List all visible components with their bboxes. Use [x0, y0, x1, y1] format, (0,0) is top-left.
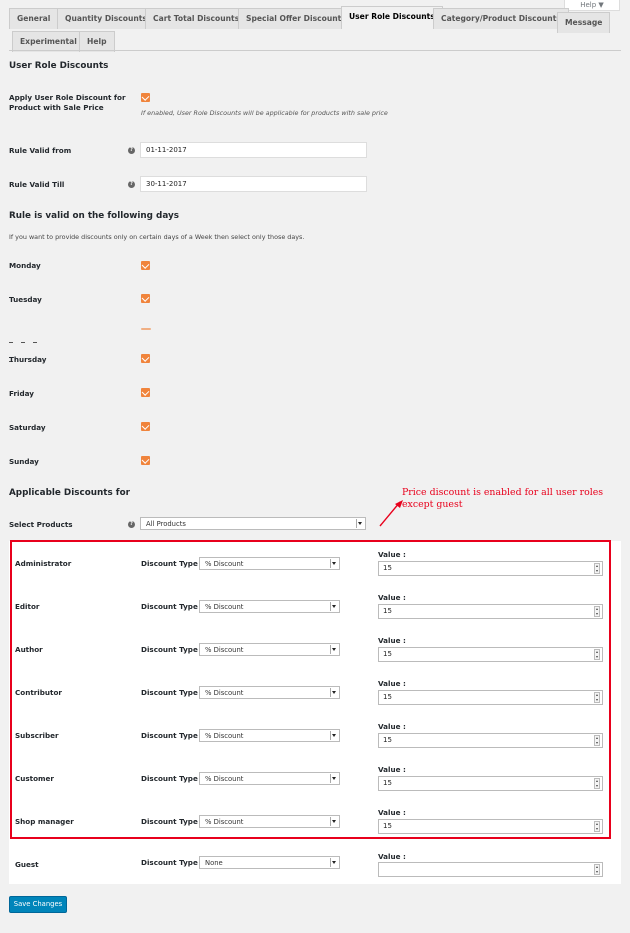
valid-from-label: Rule Valid from [9, 146, 72, 155]
day-checkbox-friday[interactable] [141, 388, 150, 397]
tabs-divider [9, 50, 621, 51]
days-note: If you want to provide discounts only on… [9, 233, 305, 241]
select-products-value: All Products [146, 520, 186, 528]
days-heading: Rule is valid on the following days [9, 211, 179, 221]
role-label: Guest [15, 860, 39, 869]
day-label-monday: Monday [9, 261, 41, 270]
tab-category-product-discounts[interactable]: Category/Product Discounts [433, 8, 569, 29]
discount-type-select[interactable]: None [199, 856, 340, 869]
valid-from-help-icon[interactable]: ? [128, 147, 135, 154]
chevron-down-icon [356, 519, 364, 528]
day-checkbox-thursday[interactable] [141, 354, 150, 363]
annotation-highlight-box [10, 540, 611, 839]
value-input[interactable] [378, 862, 603, 877]
valid-till-help-icon[interactable]: ? [128, 181, 135, 188]
day-label-sunday: Sunday [9, 457, 39, 466]
tab-general[interactable]: General [9, 8, 59, 29]
select-products-help-icon[interactable]: ? [128, 521, 135, 528]
help-tab-button[interactable]: Help ▼ [564, 0, 620, 11]
valid-till-input[interactable]: 30-11-2017 [140, 176, 367, 192]
select-products-dropdown[interactable]: All Products [140, 517, 366, 530]
annotation-text: Price discount is enabled for all user r… [402, 487, 604, 510]
day-checkbox-tuesday[interactable] [141, 294, 150, 303]
spinner-icon[interactable] [594, 864, 600, 875]
day-checkbox-monday[interactable] [141, 261, 150, 270]
tab-quantity-discounts[interactable]: Quantity Discounts [57, 8, 155, 29]
sale-price-label: Apply User Role Discount for Product wit… [9, 93, 126, 112]
tab-experimental[interactable]: Experimental [12, 31, 85, 52]
tab-message[interactable]: Message [557, 12, 611, 33]
day-label-tuesday: Tuesday [9, 295, 42, 304]
sale-price-checkbox[interactable] [141, 93, 150, 102]
applicable-heading: Applicable Discounts for [9, 488, 130, 498]
day-checkbox-sunday[interactable] [141, 456, 150, 465]
day-label-thursday: Thursday [9, 355, 47, 364]
tab-user-role-discounts[interactable]: User Role Discounts [341, 6, 443, 29]
day-checkbox-saturday[interactable] [141, 422, 150, 431]
value-label: Value : [378, 852, 406, 861]
annotation-arrow-icon [379, 500, 403, 527]
day-row-wednesday-clipped [9, 328, 53, 362]
sale-price-description: If enabled, User Role Discounts will be … [141, 109, 388, 117]
valid-from-input[interactable]: 01-11-2017 [140, 142, 367, 158]
day-label-saturday: Saturday [9, 423, 46, 432]
select-products-label: Select Products [9, 520, 73, 529]
valid-till-label: Rule Valid Till [9, 180, 65, 189]
page-title: User Role Discounts [9, 61, 109, 71]
tab-help[interactable]: Help [79, 31, 115, 52]
tab-special-offer-discounts[interactable]: Special Offer Discounts [238, 8, 354, 29]
discount-type-value: None [205, 859, 223, 867]
discount-type-label: Discount Type : [141, 858, 204, 867]
chevron-down-icon [330, 858, 338, 867]
day-label-friday: Friday [9, 389, 34, 398]
save-changes-button[interactable]: Save Changes [9, 896, 67, 913]
day-checkbox-wednesday-clipped[interactable] [141, 328, 151, 330]
tab-cart-total-discounts[interactable]: Cart Total Discounts [145, 8, 248, 29]
